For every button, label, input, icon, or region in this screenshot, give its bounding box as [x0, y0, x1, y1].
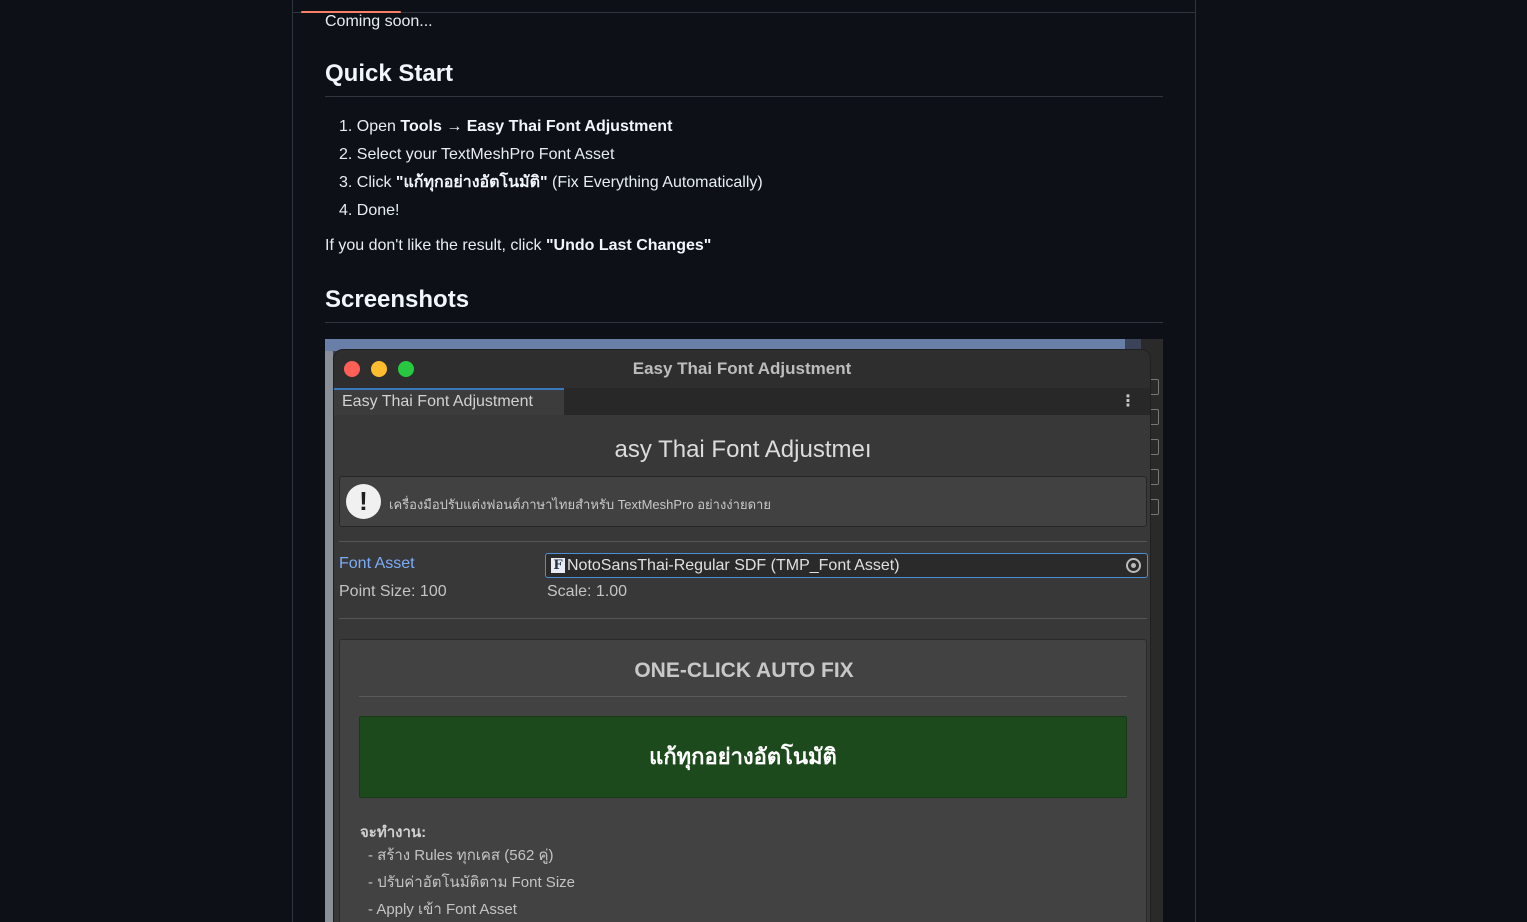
coming-soon-text: Coming soon...: [325, 13, 433, 30]
list-item: - Apply เข้า Font Asset: [368, 901, 517, 918]
more-options-icon[interactable]: ⋮: [1120, 391, 1136, 411]
undo-hint: If you don't like the result, click "Und…: [325, 237, 712, 254]
work-list: - สร้าง Rules ทุกเคส (562 คู่) - ปรับค่า…: [368, 842, 575, 922]
step-item: 4. Done!: [339, 202, 400, 219]
readme-container: Coming soon... Quick Start 1. Open Tools…: [292, 0, 1196, 922]
tab-easy-thai-font-adjustment[interactable]: Easy Thai Font Adjustment: [334, 388, 564, 415]
screenshots-heading: Screenshots: [325, 286, 1163, 323]
quick-start-steps: 1. Open Tools → Easy Thai Font Adjustmen…: [325, 113, 763, 225]
list-item: - สร้าง Rules ทุกเคส (562 คู่): [368, 847, 554, 864]
panel-title: asy Thai Font Adjustmeı: [614, 436, 872, 463]
background-edge: [325, 351, 333, 922]
divider: [339, 618, 1147, 619]
fix-everything-button[interactable]: แก้ทุกอย่างอัตโนมัติ: [359, 716, 1127, 798]
scale-text: Scale: 1.00: [547, 583, 628, 600]
work-list-title: จะทำงาน:: [360, 824, 427, 841]
info-icon: !: [346, 484, 381, 519]
screenshot-image: Easy Thai Font Adjustment Easy Thai Font…: [325, 339, 1163, 922]
list-item: - ปรับค่าอัตโนมัติตาม Font Size: [368, 874, 575, 891]
autofix-title: ONE-CLICK AUTO FIX: [634, 659, 854, 682]
font-asset-value: NotoSansThai-Regular SDF (TMP_Font Asset…: [567, 557, 900, 574]
divider: [359, 696, 1127, 697]
object-picker-icon[interactable]: [1126, 558, 1141, 573]
window-tabbar: Easy Thai Font Adjustment ⋮: [334, 388, 1150, 415]
help-text: เครื่องมือปรับแต่งฟอนต์ภาษาไทยสำหรับ Tex…: [389, 497, 771, 512]
window-titlebar: Easy Thai Font Adjustment: [334, 350, 1150, 388]
autofix-section: ONE-CLICK AUTO FIX แก้ทุกอย่างอัตโนมัติ …: [339, 639, 1147, 922]
point-size-text: Point Size: 100: [339, 583, 447, 600]
editor-window: Easy Thai Font Adjustment Easy Thai Font…: [333, 349, 1151, 922]
help-box: ! เครื่องมือปรับแต่งฟอนต์ภาษาไทยสำหรับ T…: [339, 476, 1147, 527]
window-title: Easy Thai Font Adjustment: [632, 359, 852, 378]
font-asset-icon: F: [551, 558, 565, 573]
divider: [339, 541, 1147, 542]
step-item: 2. Select your TextMeshPro Font Asset: [339, 146, 615, 163]
font-asset-label: Font Asset: [339, 555, 415, 572]
step-item: 3. Click "แก้ทุกอย่างอัตโนมัติ" (Fix Eve…: [339, 174, 763, 191]
quick-start-heading: Quick Start: [325, 60, 1163, 97]
font-asset-field[interactable]: F NotoSansThai-Regular SDF (TMP_Font Ass…: [545, 553, 1148, 578]
step-item: 1. Open Tools → Easy Thai Font Adjustmen…: [339, 118, 673, 135]
